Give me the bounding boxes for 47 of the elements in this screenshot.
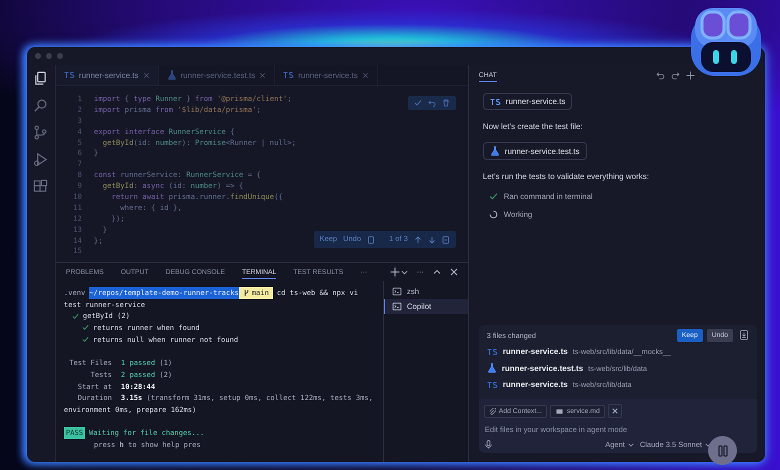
- typescript-file-icon: [283, 71, 294, 79]
- microphone-icon[interactable]: [484, 440, 493, 449]
- files-icon[interactable]: [33, 71, 48, 86]
- close-icon[interactable]: [450, 268, 458, 276]
- arrow-down-icon[interactable]: [428, 236, 436, 244]
- chevron-down-icon: [628, 442, 634, 448]
- chat-message: Now let’s create the test file:: [482, 122, 584, 131]
- window-dot[interactable]: [57, 53, 63, 59]
- close-icon[interactable]: [608, 404, 622, 418]
- flask-icon: [486, 363, 497, 374]
- typescript-file-icon: [64, 71, 75, 79]
- typescript-file-icon: [486, 348, 498, 356]
- chat-message: Let’s run the tests to validate everything works:: [482, 172, 650, 181]
- branch-icon[interactable]: [33, 125, 48, 140]
- extensions-icon[interactable]: [33, 179, 48, 194]
- terminal-icon: [392, 287, 402, 296]
- pause-icon: [716, 444, 728, 456]
- typescript-file-icon: [490, 98, 501, 106]
- trash-icon[interactable]: [442, 99, 450, 107]
- document-icon[interactable]: [442, 236, 450, 244]
- editor-tab[interactable]: runner-service.ts: [56, 65, 158, 85]
- search-icon[interactable]: [33, 98, 48, 113]
- chevron-up-icon[interactable]: [432, 268, 441, 276]
- flask-icon: [490, 146, 500, 156]
- file-name[interactable]: runner-service.test.ts: [502, 364, 584, 373]
- branch-icon: [242, 288, 250, 297]
- document-icon[interactable]: [367, 236, 376, 244]
- chevron-down-icon[interactable]: [400, 268, 408, 276]
- plus-icon[interactable]: [390, 267, 400, 277]
- flask-icon: [166, 70, 176, 80]
- file-name[interactable]: runner-service.ts: [502, 380, 568, 390]
- window-dot[interactable]: [46, 53, 52, 59]
- file-chip[interactable]: runner-service.test.ts: [482, 142, 586, 160]
- undo-icon[interactable]: [428, 99, 436, 107]
- arrow-up-icon[interactable]: [414, 236, 422, 244]
- undo-icon[interactable]: [656, 70, 665, 80]
- plus-icon[interactable]: [686, 70, 695, 80]
- check-icon[interactable]: [414, 99, 422, 107]
- terminal-icon: [392, 302, 402, 311]
- document-icon[interactable]: [738, 330, 749, 340]
- file-chip[interactable]: runner-service.ts: [482, 93, 572, 110]
- run-debug-icon[interactable]: [33, 152, 48, 167]
- typescript-file-icon: [486, 380, 498, 389]
- window-dot[interactable]: [35, 53, 41, 59]
- redo-icon[interactable]: [670, 70, 680, 80]
- paperclip-icon: [488, 408, 496, 414]
- file-name[interactable]: runner-service.ts: [502, 347, 568, 356]
